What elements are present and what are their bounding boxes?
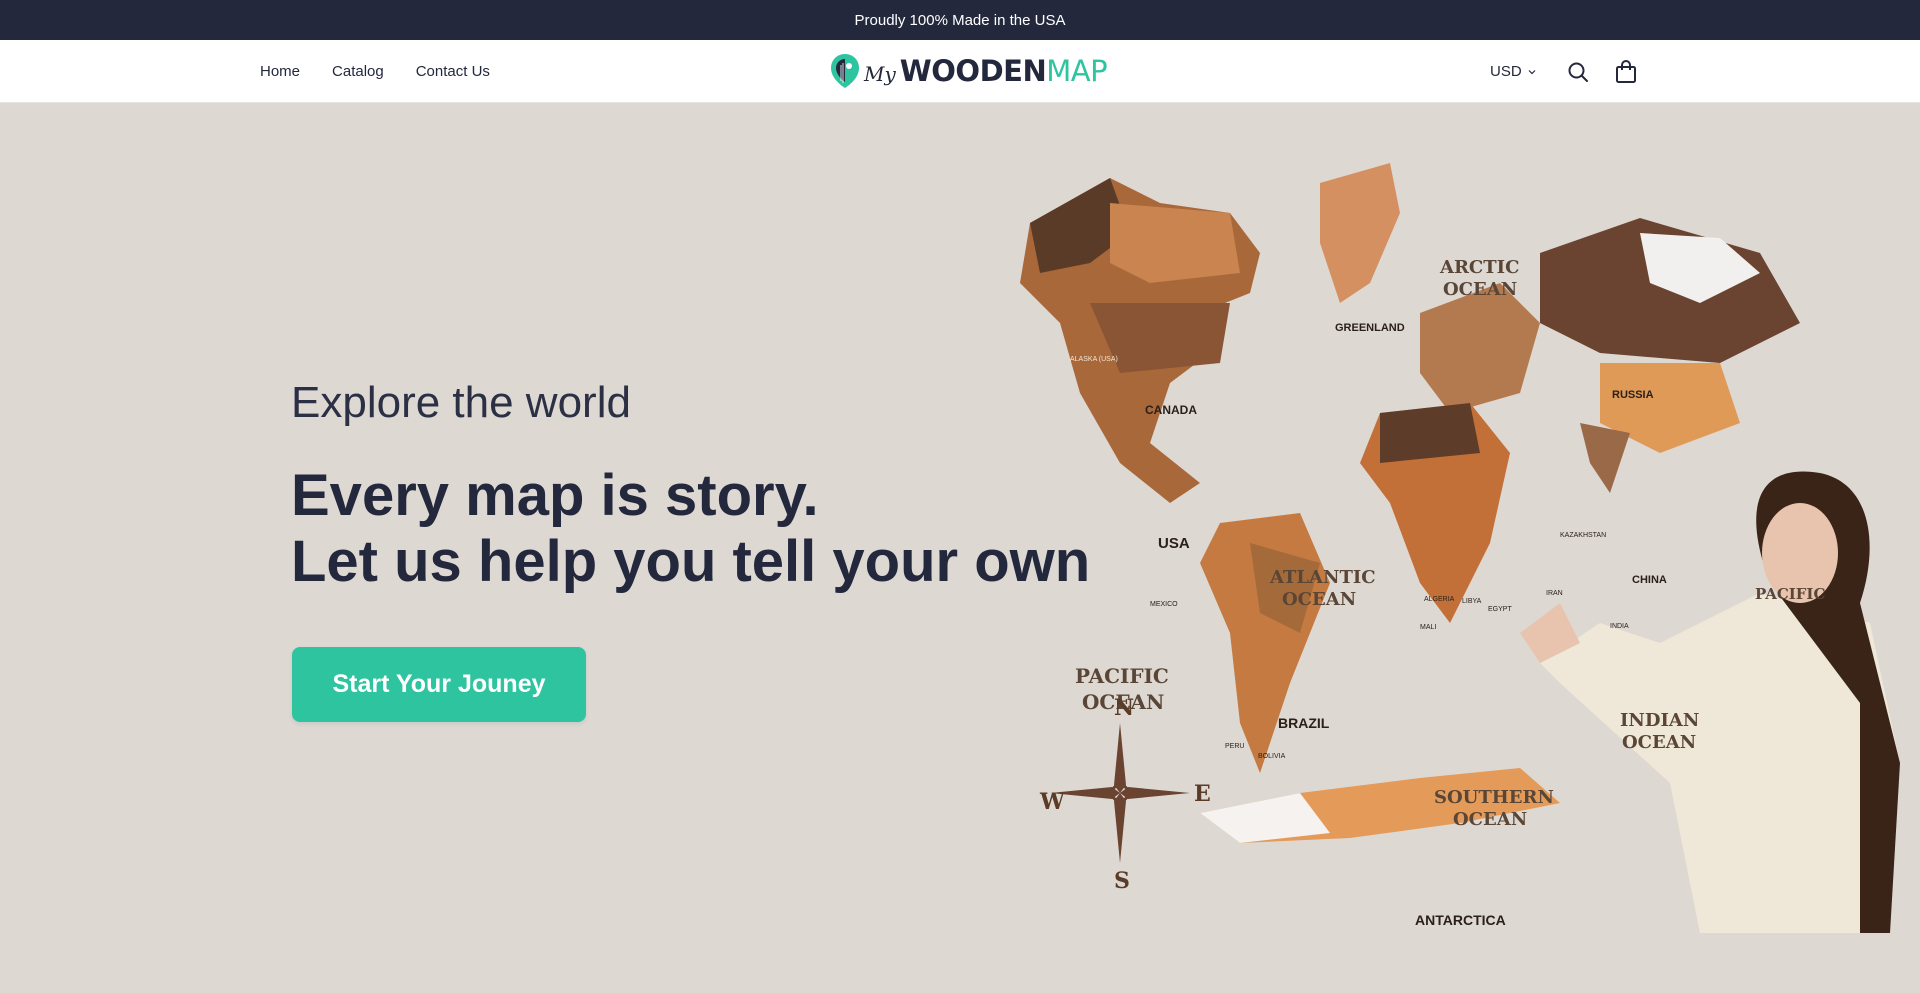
cart-bag-icon	[1615, 59, 1636, 83]
nav-catalog[interactable]: Catalog	[332, 63, 384, 80]
map-label-egypt: EGYPT	[1488, 606, 1512, 613]
map-label-usa: USA	[1158, 535, 1190, 552]
compass-w: W	[1039, 789, 1065, 815]
nav-home[interactable]: Home	[260, 63, 300, 80]
wooden-world-map-image: ARCTIC OCEAN ATLANTIC OCEAN PACIFIC OCEA…	[1020, 163, 1900, 933]
map-label-india: INDIA	[1610, 623, 1629, 630]
map-greenland	[1320, 163, 1400, 303]
map-label-greenland: GREENLAND	[1335, 322, 1405, 334]
compass-n: N	[1114, 695, 1134, 721]
map-canada	[1110, 203, 1240, 283]
map-europe	[1420, 283, 1540, 413]
hero-section: Explore the world Every map is story. Le…	[0, 103, 1920, 993]
search-icon	[1568, 62, 1588, 82]
map-label-alaska: ALASKA (USA)	[1070, 356, 1118, 363]
header-actions: USD	[1490, 40, 1638, 103]
announcement-text: Proudly 100% Made in the USA	[854, 11, 1066, 29]
map-label-libya: LIBYA	[1462, 598, 1482, 605]
map-label-antarctica: ANTARCTICA	[1415, 912, 1506, 928]
compass-e: E	[1194, 781, 1211, 807]
map-label-atlantic: ATLANTIC	[1269, 567, 1376, 588]
site-header: Home Catalog Contact Us My WOODEN MAP US…	[0, 40, 1920, 103]
site-logo[interactable]: My WOODEN MAP	[830, 50, 1108, 92]
map-label-pacific: PACIFIC	[1075, 664, 1169, 688]
logo-wooden: WOODEN	[899, 54, 1047, 88]
map-label-iran: IRAN	[1546, 590, 1563, 597]
hero-title-line-1: Every map is story.	[291, 463, 819, 528]
map-label-algeria: ALGERIA	[1424, 596, 1455, 603]
map-label-brazil: BRAZIL	[1278, 715, 1330, 731]
search-button[interactable]	[1566, 60, 1590, 84]
cart-button[interactable]	[1614, 59, 1638, 84]
map-label-canada: CANADA	[1145, 403, 1197, 417]
map-label-indian: INDIAN	[1620, 710, 1699, 731]
map-label-mali: MALI	[1420, 624, 1436, 631]
map-label-kazakhstan: KAZAKHSTAN	[1560, 532, 1606, 539]
hero-title-line-2: Let us help you tell your own	[291, 529, 1091, 594]
logo-my: My	[864, 62, 896, 86]
nav-contact-us[interactable]: Contact Us	[416, 63, 490, 80]
map-india	[1580, 423, 1630, 493]
start-journey-button[interactable]: Start Your Jouney	[292, 647, 586, 722]
map-label-arctic: ARCTIC	[1439, 257, 1519, 278]
map-label-atlantic-ocean: OCEAN	[1282, 589, 1356, 610]
logo-mark-icon	[831, 54, 859, 88]
logo-map: MAP	[1046, 54, 1108, 88]
woman-illustration	[1520, 471, 1900, 933]
main-nav: Home Catalog Contact Us	[260, 40, 490, 103]
logo-wordmark: My WOODEN MAP	[864, 54, 1108, 88]
compass-rose	[1050, 723, 1190, 863]
map-label-arctic-ocean: OCEAN	[1443, 279, 1517, 300]
chevron-down-icon	[1528, 69, 1536, 74]
map-label-bolivia: BOLIVIA	[1258, 753, 1286, 760]
currency-selector[interactable]: USD	[1490, 63, 1536, 80]
hero-subtitle: Explore the world	[291, 378, 631, 427]
announcement-bar: Proudly 100% Made in the USA	[0, 0, 1920, 40]
map-label-southern: SOUTHERN	[1434, 787, 1554, 808]
map-label-indian-ocean: OCEAN	[1622, 732, 1696, 753]
map-africa-north	[1380, 403, 1480, 463]
map-label-china: CHINA	[1632, 574, 1667, 586]
map-label-mexico: MEXICO	[1150, 601, 1178, 608]
map-label-pacific-right: PACIFIC	[1755, 585, 1825, 603]
hero-title: Every map is story. Let us help you tell…	[291, 463, 1091, 595]
map-label-peru: PERU	[1225, 743, 1244, 750]
compass-s: S	[1114, 868, 1130, 894]
map-label-russia: RUSSIA	[1612, 389, 1654, 401]
map-label-southern-ocean: OCEAN	[1453, 809, 1527, 830]
currency-label: USD	[1490, 63, 1522, 80]
